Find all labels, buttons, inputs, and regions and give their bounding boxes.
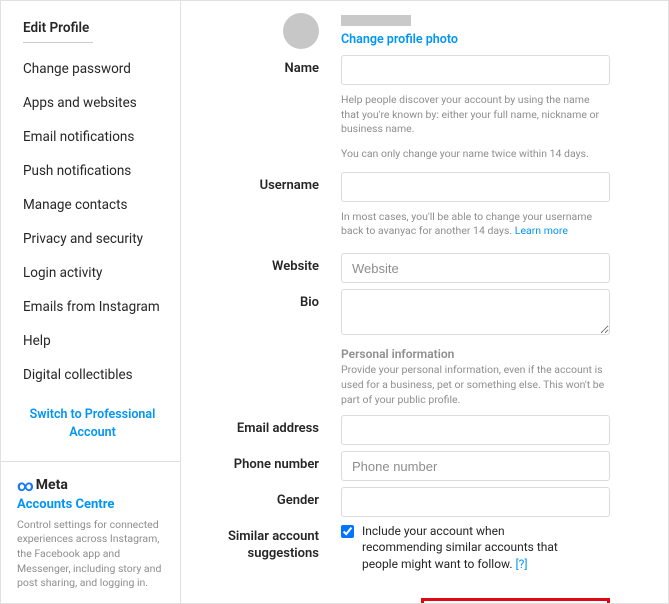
personal-info-heading: Personal information <box>341 347 610 361</box>
phone-label: Phone number <box>201 451 341 481</box>
name-input[interactable] <box>341 55 610 85</box>
email-label: Email address <box>201 415 341 445</box>
website-input[interactable] <box>341 253 610 283</box>
sidebar-item-digital-collectibles[interactable]: Digital collectibles <box>1 358 180 392</box>
sidebar-item-help[interactable]: Help <box>1 324 180 358</box>
similar-suggestions-checkbox[interactable] <box>341 525 354 538</box>
change-photo-link[interactable]: Change profile photo <box>341 32 610 47</box>
sidebar-item-edit-profile[interactable]: Edit Profile <box>1 11 180 52</box>
username-label: Username <box>201 172 341 239</box>
sidebar-nav: Edit Profile Change password Apps and we… <box>1 1 180 392</box>
personal-info-help: Provide your personal information, even … <box>341 363 610 407</box>
sidebar-item-apps-websites[interactable]: Apps and websites <box>1 86 180 120</box>
settings-frame: Edit Profile Change password Apps and we… <box>0 0 669 604</box>
accounts-centre-link[interactable]: Accounts Centre <box>17 497 164 512</box>
website-label: Website <box>201 253 341 283</box>
deactivate-account-link[interactable]: Temporarily deactivate my account <box>421 598 610 603</box>
sidebar-item-manage-contacts[interactable]: Manage contacts <box>1 188 180 222</box>
meta-logo: ∞ Meta <box>17 476 164 495</box>
username-display <box>341 15 411 26</box>
name-label: Name <box>201 55 341 162</box>
meta-brand-text: Meta <box>36 477 68 493</box>
similar-suggestions-label: Similar account suggestions <box>201 523 341 572</box>
edit-profile-form: Change profile photo Name Help people di… <box>181 1 668 603</box>
email-input[interactable] <box>341 415 610 445</box>
bio-label: Bio <box>201 289 341 339</box>
bio-textarea[interactable] <box>341 289 610 335</box>
gender-label: Gender <box>201 487 341 517</box>
similar-suggestions-text: Include your account when recommending s… <box>362 523 582 572</box>
sidebar-item-change-password[interactable]: Change password <box>1 52 180 86</box>
sidebar-item-login-activity[interactable]: Login activity <box>1 256 180 290</box>
sidebar-item-privacy-security[interactable]: Privacy and security <box>1 222 180 256</box>
sidebar-item-emails-instagram[interactable]: Emails from Instagram <box>1 290 180 324</box>
name-help-2: You can only change your name twice with… <box>341 147 610 162</box>
meta-description: Control settings for connected experienc… <box>17 518 164 591</box>
similar-suggestions-help-icon[interactable]: [?] <box>515 557 527 571</box>
profile-photo-row: Change profile photo <box>201 13 610 49</box>
username-learn-more-link[interactable]: Learn more <box>515 224 568 237</box>
gender-input[interactable] <box>341 487 610 517</box>
name-help-1: Help people discover your account by usi… <box>341 93 610 137</box>
username-help: In most cases, you'll be able to change … <box>341 210 610 239</box>
username-input[interactable] <box>341 172 610 202</box>
avatar[interactable] <box>283 13 319 49</box>
sidebar-item-email-notifications[interactable]: Email notifications <box>1 120 180 154</box>
phone-input[interactable] <box>341 451 610 481</box>
meta-accounts-centre: ∞ Meta Accounts Centre Control settings … <box>1 461 180 603</box>
sidebar-item-push-notifications[interactable]: Push notifications <box>1 154 180 188</box>
switch-professional-link[interactable]: Switch to Professional Account <box>1 392 180 459</box>
settings-sidebar: Edit Profile Change password Apps and we… <box>1 1 181 603</box>
meta-infinity-icon: ∞ <box>17 476 34 495</box>
